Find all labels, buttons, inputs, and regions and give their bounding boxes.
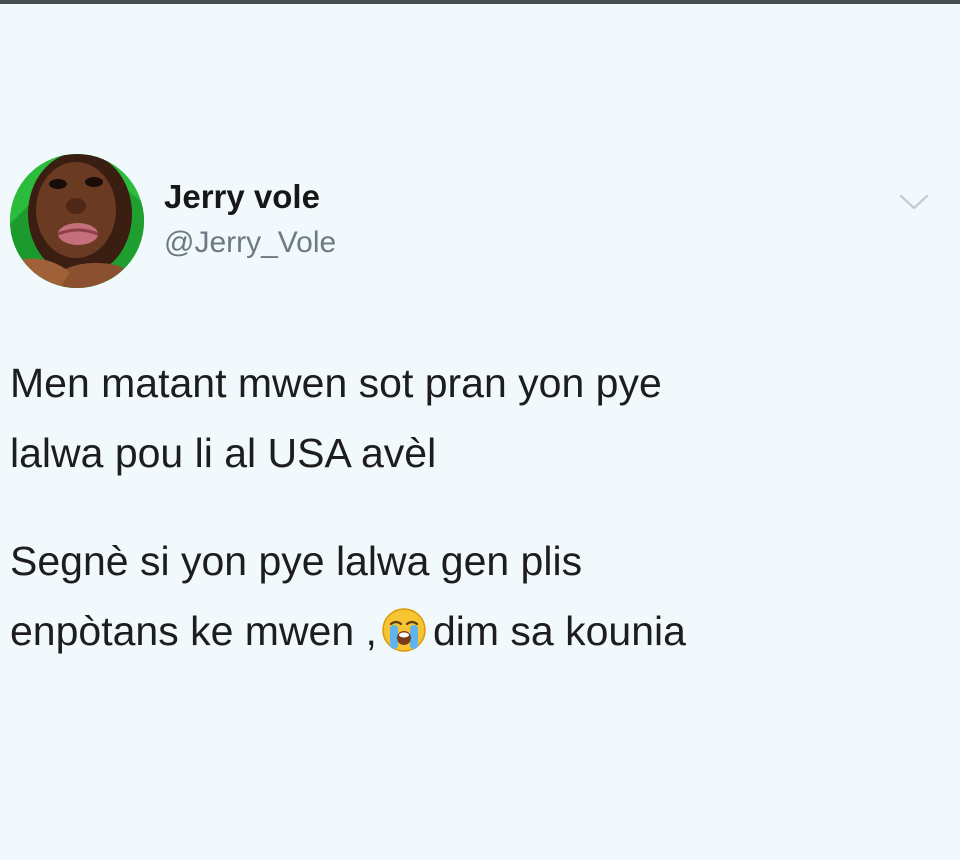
- loudly-crying-face-emoji-icon: [382, 608, 426, 652]
- chevron-down-icon[interactable]: [898, 192, 930, 212]
- display-name[interactable]: Jerry vole: [164, 178, 320, 216]
- tweet-line: Men matant mwen sot pran yon pye: [10, 360, 662, 406]
- tweet-line: enpòtans ke mwen ,: [10, 608, 377, 654]
- tweet-card: Jerry vole @Jerry_Vole Men matant mwen s…: [0, 0, 960, 860]
- tweet-line-end: dim sa kounia: [432, 608, 686, 654]
- avatar[interactable]: [10, 154, 144, 288]
- tweet-line: Segnè si yon pye lalwa gen plis: [10, 538, 583, 584]
- tweet-line: lalwa pou li al USA avèl: [10, 430, 437, 476]
- tweet-paragraph-2: Segnè si yon pye lalwa gen plis enpòtans…: [10, 526, 930, 666]
- avatar-photo: [10, 154, 144, 288]
- user-handle[interactable]: @Jerry_Vole: [164, 226, 336, 260]
- tweet-paragraph-1: Men matant mwen sot pran yon pye lalwa p…: [10, 348, 930, 488]
